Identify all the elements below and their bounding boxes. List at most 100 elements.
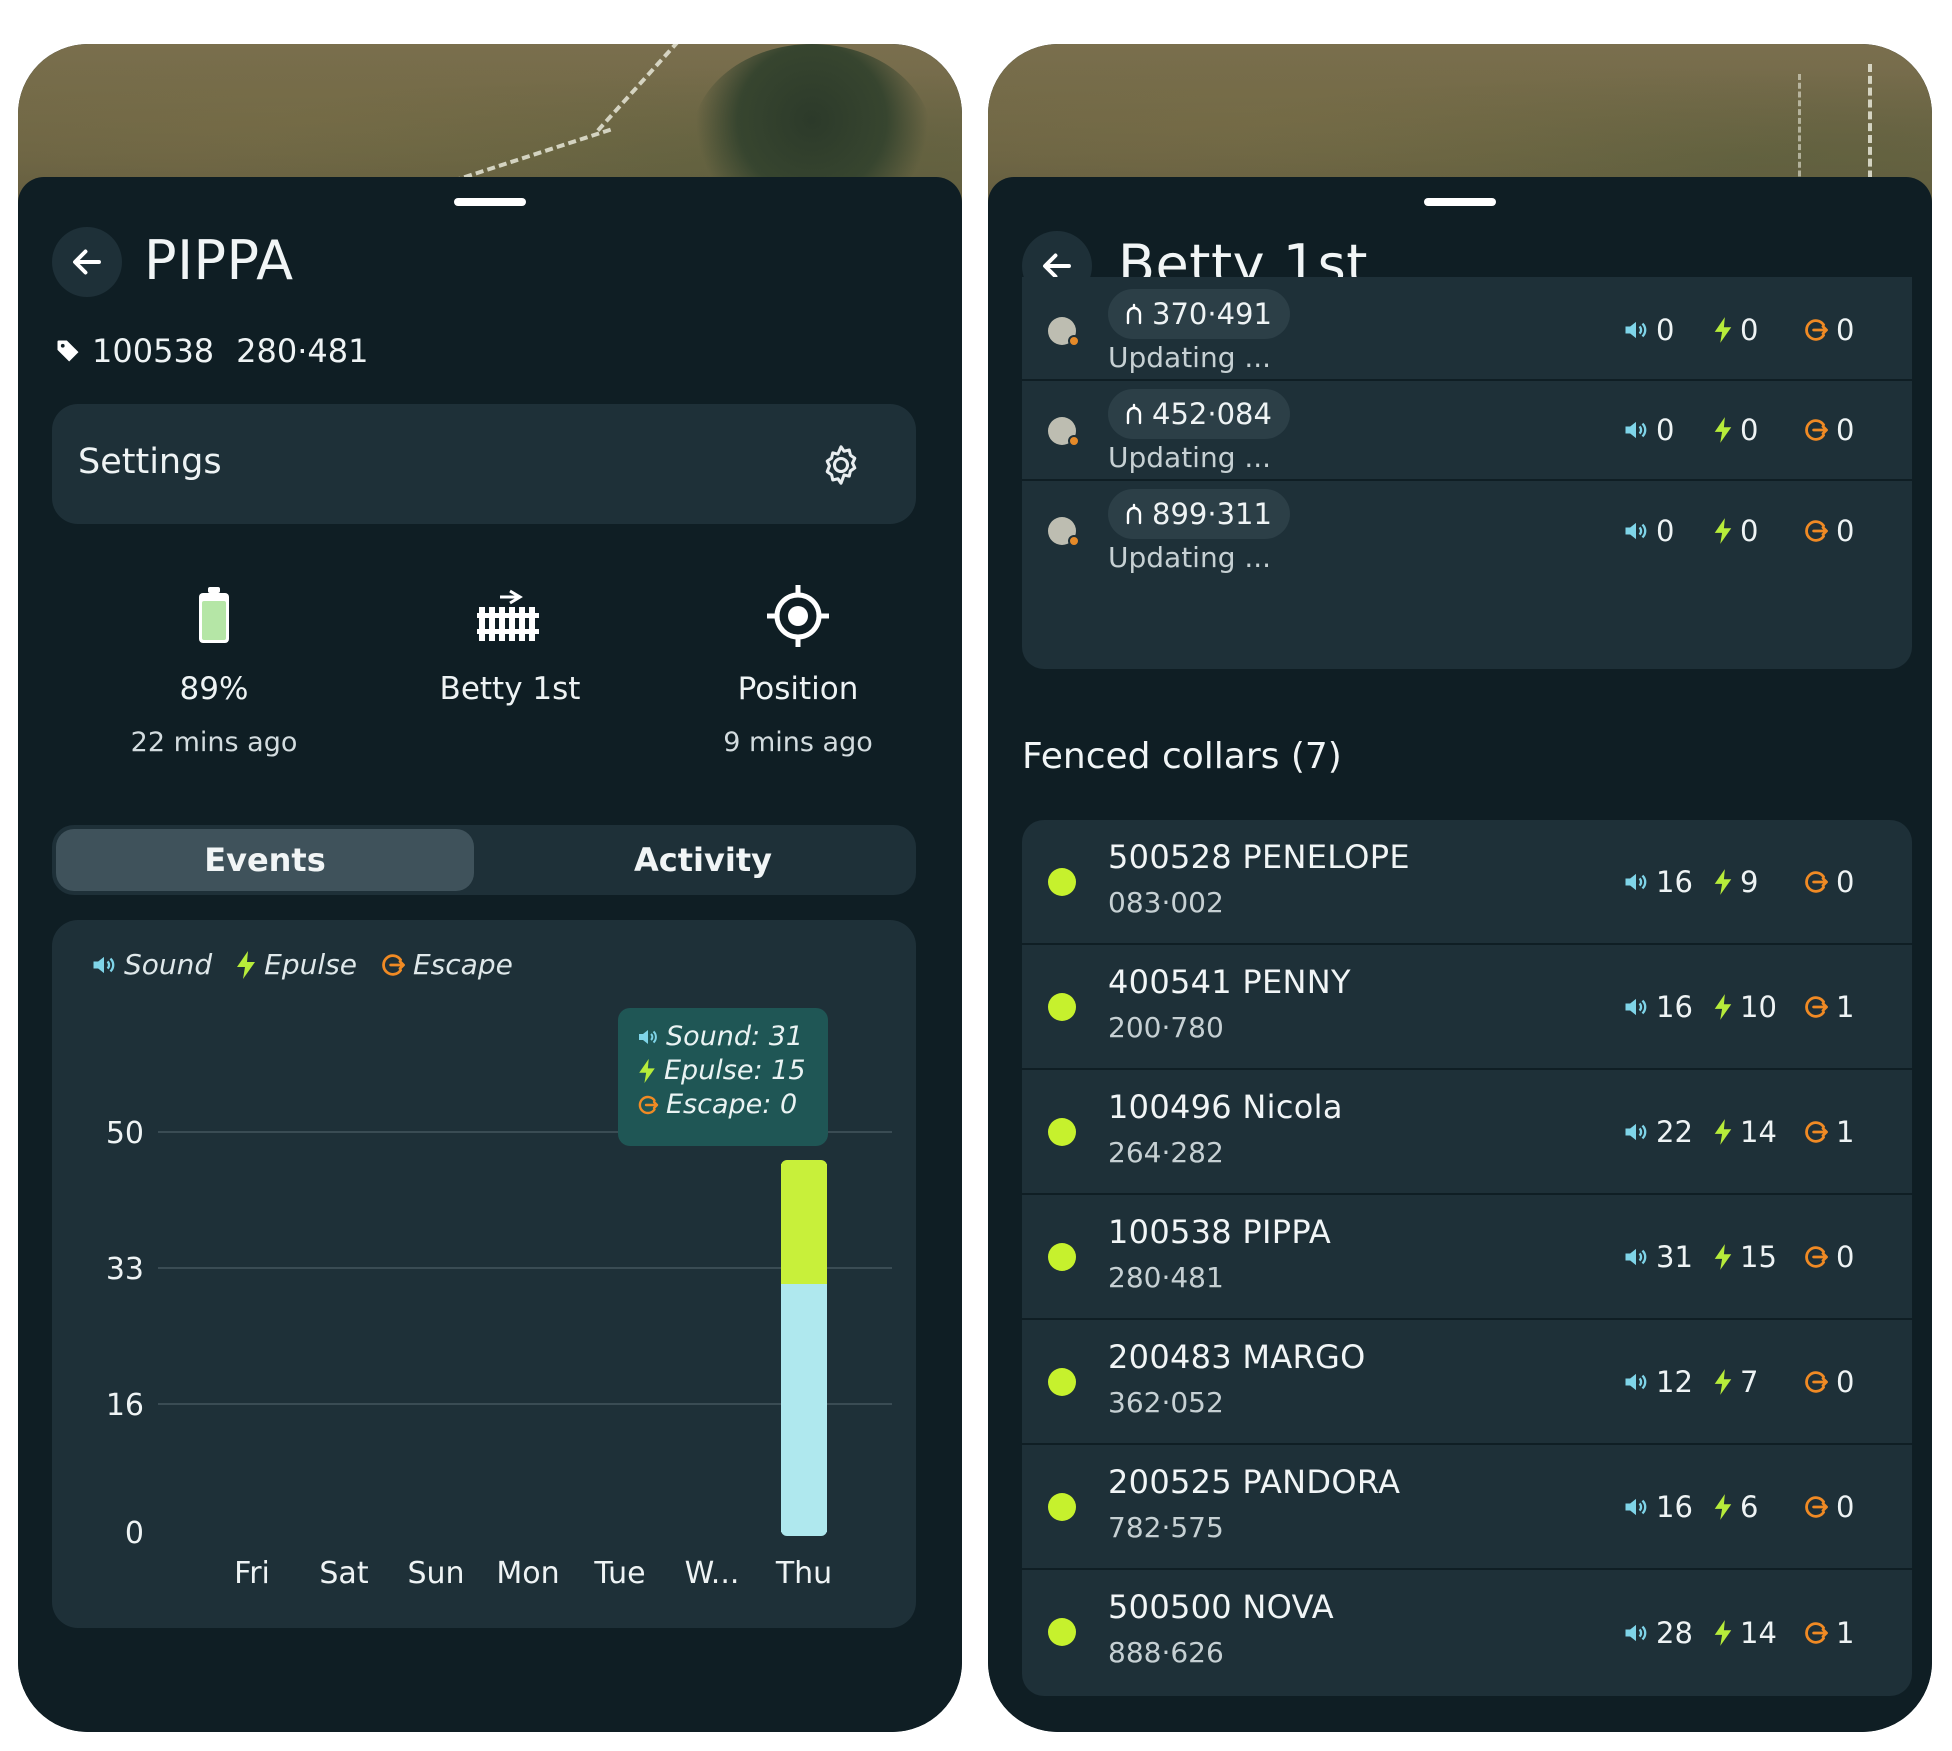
- escape-count: 0: [1802, 1240, 1892, 1274]
- lightning-icon: [1714, 1368, 1732, 1395]
- collar-icon: [1126, 303, 1142, 325]
- epulse-count-value: 0: [1740, 514, 1759, 548]
- status-dot-online: [1048, 1243, 1076, 1271]
- status-dot-updating: [1048, 417, 1080, 447]
- epulse-count-value: 7: [1740, 1364, 1759, 1399]
- collar-id-line: 100538 280·481: [54, 332, 368, 370]
- collar-row-fenced[interactable]: 500500 NOVA 888·626 28 14 1: [1022, 1570, 1912, 1695]
- tab-activity[interactable]: Activity: [494, 829, 912, 891]
- betty-fence-screen: Betty 1st 370·491 Updating ... 0 0 0 452·084 U…: [988, 44, 1932, 1732]
- collar-code: 362·052: [1108, 1386, 1224, 1419]
- collar-row-updating[interactable]: 452·084 Updating ... 0 0 0: [1022, 381, 1912, 481]
- sound-count-value: 0: [1656, 313, 1675, 347]
- back-button[interactable]: [52, 227, 122, 297]
- escape-icon: [1805, 1370, 1828, 1393]
- position-target-icon: [767, 585, 829, 647]
- epulse-count-value: 15: [1740, 1239, 1777, 1274]
- collar-code: 370·491: [1152, 297, 1272, 331]
- x-tick-label: Thu: [775, 1556, 832, 1591]
- speaker-icon: [1625, 321, 1647, 339]
- epulse-count-value: 0: [1740, 413, 1759, 447]
- lightning-icon: [1714, 518, 1732, 544]
- escape-count: 1: [1802, 990, 1892, 1024]
- speaker-icon: [1625, 1498, 1647, 1515]
- fence-icon: [477, 589, 539, 641]
- collar-code: 782·575: [1108, 1511, 1224, 1544]
- battery-level: 89%: [179, 671, 249, 707]
- epulse-count-value: 10: [1740, 989, 1777, 1024]
- sound-count: 16: [1622, 990, 1712, 1024]
- escape-count-value: 0: [1836, 1489, 1855, 1524]
- epulse-count: 0: [1712, 514, 1802, 548]
- fenced-collars-list: 500528 PENELOPE 083·002 16 9 0 400541 PENNY 20…: [1022, 820, 1912, 1696]
- escape-count-value: 0: [1836, 313, 1855, 347]
- collar-row-updating[interactable]: 899·311 Updating ... 0 0 0: [1022, 481, 1912, 581]
- bar-epulse[interactable]: [781, 1164, 827, 1284]
- speaker-icon: [1625, 1624, 1647, 1641]
- collar-code: 899·311: [1152, 497, 1272, 531]
- collar-name: 100496 Nicola: [1108, 1088, 1343, 1126]
- gear-icon: [825, 445, 857, 485]
- escape-icon: [1805, 995, 1828, 1018]
- collar-code: 200·780: [1108, 1011, 1224, 1044]
- collar-name: 500528 PENELOPE: [1108, 838, 1410, 876]
- event-counts: 0 0 0: [1622, 381, 1892, 479]
- escape-count-value: 1: [1836, 1615, 1855, 1650]
- tooltip-sound: Sound: 31: [666, 1021, 804, 1052]
- epulse-count: 10: [1712, 990, 1802, 1024]
- y-tick-label: 50: [106, 1116, 144, 1151]
- collar-icon: [1126, 403, 1142, 425]
- bar-cap: [781, 1160, 827, 1172]
- epulse-count: 15: [1712, 1240, 1802, 1274]
- sound-count-value: 12: [1656, 1364, 1693, 1399]
- drag-handle[interactable]: [454, 198, 526, 206]
- epulse-count-value: 14: [1740, 1615, 1777, 1650]
- x-tick-label: Sun: [407, 1556, 464, 1591]
- fence-stat[interactable]: Betty 1st: [370, 581, 650, 707]
- event-counts: 16 10 1: [1622, 945, 1892, 1068]
- escape-icon: [1805, 870, 1828, 893]
- status-dot-online: [1048, 868, 1076, 896]
- escape-count-value: 0: [1836, 864, 1855, 899]
- fence-line: [1798, 74, 1802, 194]
- speaker-icon: [1625, 1123, 1647, 1140]
- epulse-count: 14: [1712, 1115, 1802, 1149]
- epulse-count-value: 14: [1740, 1114, 1777, 1149]
- collar-code-pill: 370·491: [1108, 289, 1290, 339]
- collar-status: Updating ...: [1108, 341, 1272, 374]
- escape-count: 1: [1802, 1616, 1892, 1650]
- lightning-icon: [639, 1058, 655, 1084]
- collar-row-updating[interactable]: 370·491 Updating ... 0 0 0: [1022, 281, 1912, 381]
- epulse-count: 9: [1712, 865, 1802, 899]
- speaker-icon: [1625, 522, 1647, 540]
- lightning-icon: [1714, 317, 1732, 343]
- bar-sound[interactable]: [781, 1284, 827, 1532]
- position-stat[interactable]: Position 9 mins ago: [658, 581, 938, 758]
- escape-count-value: 0: [1836, 1364, 1855, 1399]
- event-counts: 12 7 0: [1622, 1320, 1892, 1443]
- lightning-icon: [1714, 1619, 1732, 1646]
- sound-count: 0: [1622, 413, 1712, 447]
- settings-button[interactable]: Settings: [52, 404, 916, 524]
- collar-row-fenced[interactable]: 200525 PANDORA 782·575 16 6 0: [1022, 1445, 1912, 1570]
- tab-events[interactable]: Events: [56, 829, 474, 891]
- battery-stat: 89% 22 mins ago: [74, 581, 354, 758]
- collar-row-fenced[interactable]: 200483 MARGO 362·052 12 7 0: [1022, 1320, 1912, 1445]
- sound-count: 0: [1622, 313, 1712, 347]
- escape-count-value: 0: [1836, 1239, 1855, 1274]
- event-counts: 22 14 1: [1622, 1070, 1892, 1193]
- collar-name: 500500 NOVA: [1108, 1588, 1334, 1626]
- collar-name: 200525 PANDORA: [1108, 1463, 1401, 1501]
- collar-row-fenced[interactable]: 400541 PENNY 200·780 16 10 1: [1022, 945, 1912, 1070]
- drag-handle[interactable]: [1424, 198, 1496, 206]
- lightning-icon: [1714, 417, 1732, 443]
- x-tick-label: Mon: [496, 1556, 559, 1591]
- collar-row-fenced[interactable]: 100496 Nicola 264·282 22 14 1: [1022, 1070, 1912, 1195]
- collar-row-fenced[interactable]: 100538 PIPPA 280·481 31 15 0: [1022, 1195, 1912, 1320]
- collar-row-fenced[interactable]: 500528 PENELOPE 083·002 16 9 0: [1022, 820, 1912, 945]
- sound-count: 22: [1622, 1115, 1712, 1149]
- x-tick-label: Fri: [234, 1556, 270, 1591]
- sound-count-value: 16: [1656, 1489, 1693, 1524]
- escape-icon: [1805, 1495, 1828, 1518]
- collar-status: Updating ...: [1108, 541, 1272, 574]
